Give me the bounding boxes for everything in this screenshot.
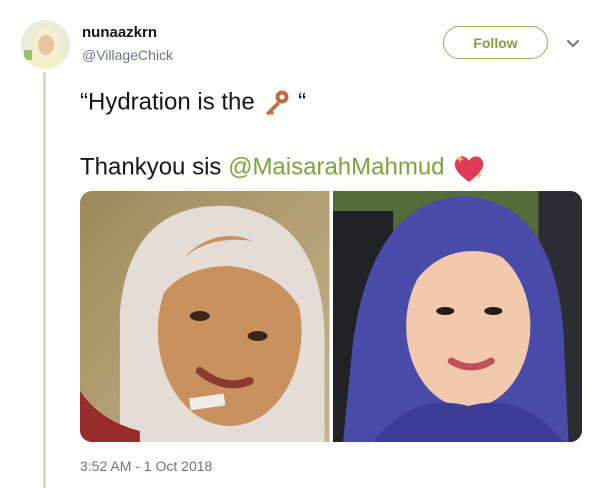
tweet-text-prefix: “Hydration is the: [80, 88, 262, 116]
follow-button[interactable]: Follow: [443, 26, 548, 59]
photo-selfie-after[interactable]: [332, 191, 583, 442]
mention-link[interactable]: @MaisarahMahmud: [228, 153, 444, 180]
photo-selfie-before[interactable]: [80, 191, 330, 442]
avatar-image: [21, 20, 70, 69]
thread-line: [43, 72, 46, 488]
display-name[interactable]: nunaazkrn: [82, 24, 157, 41]
avatar[interactable]: [21, 20, 70, 69]
tweet-text-suffix: “: [291, 88, 307, 116]
key-emoji-icon: [266, 90, 289, 116]
tweet-text-thanks: Thankyou sis: [80, 153, 229, 181]
chevron-down-icon[interactable]: [566, 36, 580, 50]
tweet-text-line-2: Thankyou sis @MaisarahMahmud: [80, 152, 487, 184]
tweet-timestamp[interactable]: 3:52 AM - 1 Oct 2018: [80, 458, 212, 474]
tweet-media[interactable]: [80, 191, 582, 442]
sparkling-heart-emoji-icon: [454, 155, 484, 182]
user-handle[interactable]: @VillageChick: [82, 47, 173, 63]
tweet-text-line-1: “Hydration is the “: [80, 88, 306, 118]
